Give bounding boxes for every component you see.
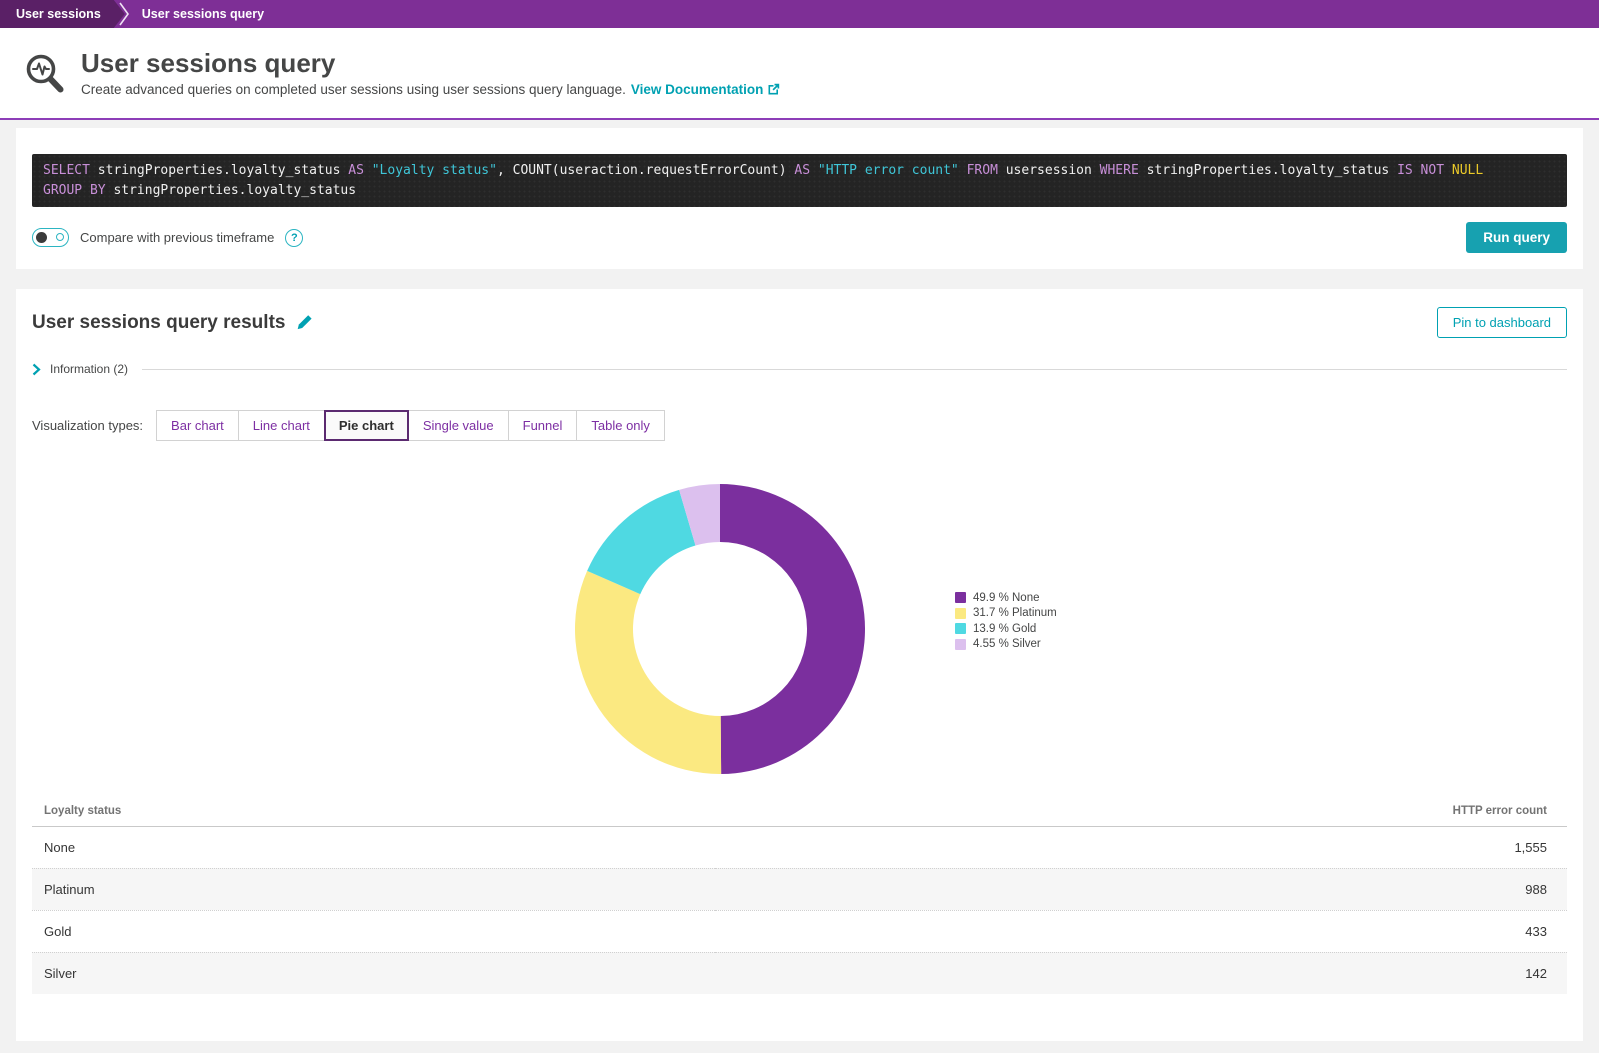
visualization-type-buttons: Bar chartLine chartPie chartSingle value… xyxy=(156,410,665,441)
compare-timeframe-label: Compare with previous timeframe xyxy=(80,230,274,245)
query-token-id: , COUNT(useraction.requestErrorCount) xyxy=(497,163,794,178)
query-token-kw: AS xyxy=(348,163,371,178)
donut-chart xyxy=(574,483,866,775)
page-subtitle: Create advanced queries on completed use… xyxy=(81,82,626,97)
query-token-id: stringProperties.loyalty_status xyxy=(113,183,356,198)
legend-label: 4.55 % Silver xyxy=(973,638,1041,650)
legend-swatch xyxy=(955,623,966,634)
cell-loyalty-status: Silver xyxy=(32,952,715,994)
run-query-button[interactable]: Run query xyxy=(1466,222,1567,253)
query-token-kw: IS NOT xyxy=(1397,163,1452,178)
legend-label: 31.7 % Platinum xyxy=(973,607,1057,619)
cell-http-error-count: 433 xyxy=(715,910,1567,952)
cell-loyalty-status: Platinum xyxy=(32,868,715,910)
information-expand-chevron-icon[interactable] xyxy=(32,363,41,376)
session-query-magnifier-icon xyxy=(22,52,68,103)
query-token-kw: GROUP BY xyxy=(43,183,113,198)
external-link-icon xyxy=(767,83,780,96)
breadcrumb: User sessions User sessions query xyxy=(0,0,1599,28)
pie-slice-none[interactable] xyxy=(720,484,865,774)
query-token-id: usersession xyxy=(1006,163,1100,178)
results-title: User sessions query results xyxy=(32,312,285,334)
visualization-types-label: Visualization types: xyxy=(32,418,143,433)
cell-loyalty-status: Gold xyxy=(32,910,715,952)
viz-type-single-value[interactable]: Single value xyxy=(408,410,509,441)
query-token-kw: FROM xyxy=(967,163,1006,178)
pin-to-dashboard-button[interactable]: Pin to dashboard xyxy=(1437,307,1567,338)
query-token-id xyxy=(959,163,967,178)
query-token-str: "Loyalty status" xyxy=(372,163,497,178)
viz-type-pie-chart[interactable]: Pie chart xyxy=(324,410,409,441)
view-documentation-link[interactable]: View Documentation xyxy=(631,82,781,97)
table-header-row: Loyalty status HTTP error count xyxy=(32,796,1567,826)
breadcrumb-item-user-sessions[interactable]: User sessions xyxy=(0,0,125,28)
query-token-kw: AS xyxy=(794,163,817,178)
query-token-kw: WHERE xyxy=(1100,163,1147,178)
information-label[interactable]: Information (2) xyxy=(50,362,128,376)
toggle-knob xyxy=(36,232,47,243)
table-row-gold[interactable]: Gold433 xyxy=(32,910,1567,952)
legend-swatch xyxy=(955,592,966,603)
query-editor[interactable]: SELECT stringProperties.loyalty_status A… xyxy=(32,154,1567,207)
pie-slice-platinum[interactable] xyxy=(575,571,721,774)
cell-http-error-count: 988 xyxy=(715,868,1567,910)
legend-swatch xyxy=(955,608,966,619)
legend-label: 13.9 % Gold xyxy=(973,623,1036,635)
breadcrumb-label: User sessions xyxy=(16,7,101,21)
breadcrumb-label: User sessions query xyxy=(142,7,264,21)
query-token-kw: SELECT xyxy=(43,163,98,178)
table-row-silver[interactable]: Silver142 xyxy=(32,952,1567,994)
legend-label: 49.9 % None xyxy=(973,592,1040,604)
query-token-id: stringProperties.loyalty_status xyxy=(98,163,348,178)
pie-chart-area: 49.9 % None 31.7 % Platinum 13.9 % Gold 4.5… xyxy=(32,446,1567,788)
viz-type-line-chart[interactable]: Line chart xyxy=(238,410,325,441)
viz-type-funnel[interactable]: Funnel xyxy=(508,410,578,441)
edit-title-pencil-icon[interactable] xyxy=(296,314,313,331)
query-card: SELECT stringProperties.loyalty_status A… xyxy=(16,128,1583,269)
cell-http-error-count: 1,555 xyxy=(715,826,1567,868)
legend-item-silver[interactable]: 4.55 % Silver xyxy=(955,637,1057,653)
page-title: User sessions query xyxy=(81,49,780,79)
legend-item-gold[interactable]: 13.9 % Gold xyxy=(955,621,1057,637)
cell-http-error-count: 142 xyxy=(715,952,1567,994)
table-row-none[interactable]: None1,555 xyxy=(32,826,1567,868)
viz-type-bar-chart[interactable]: Bar chart xyxy=(156,410,239,441)
compare-timeframe-toggle[interactable] xyxy=(32,228,69,247)
legend-item-none[interactable]: 49.9 % None xyxy=(955,590,1057,606)
legend-swatch xyxy=(955,639,966,650)
view-documentation-label: View Documentation xyxy=(631,82,764,97)
help-icon[interactable]: ? xyxy=(285,229,303,247)
legend-item-platinum[interactable]: 31.7 % Platinum xyxy=(955,606,1057,622)
query-token-str: "HTTP error count" xyxy=(818,163,959,178)
column-header-http-error-count[interactable]: HTTP error count xyxy=(715,796,1567,826)
page-header: User sessions query Create advanced quer… xyxy=(0,28,1599,120)
viz-type-table-only[interactable]: Table only xyxy=(576,410,665,441)
chart-legend: 49.9 % None 31.7 % Platinum 13.9 % Gold 4.5… xyxy=(955,590,1057,652)
toggle-knob-off xyxy=(56,233,64,241)
results-card: User sessions query results Pin to dashb… xyxy=(16,289,1583,1041)
breadcrumb-item-user-sessions-query[interactable]: User sessions query xyxy=(130,0,276,28)
query-token-id: stringProperties.loyalty_status xyxy=(1147,163,1397,178)
table-row-platinum[interactable]: Platinum988 xyxy=(32,868,1567,910)
column-header-loyalty-status[interactable]: Loyalty status xyxy=(32,796,715,826)
results-table: Loyalty status HTTP error count None1,55… xyxy=(32,796,1567,994)
query-token-null: NULL xyxy=(1452,163,1483,178)
information-divider xyxy=(142,369,1567,370)
cell-loyalty-status: None xyxy=(32,826,715,868)
